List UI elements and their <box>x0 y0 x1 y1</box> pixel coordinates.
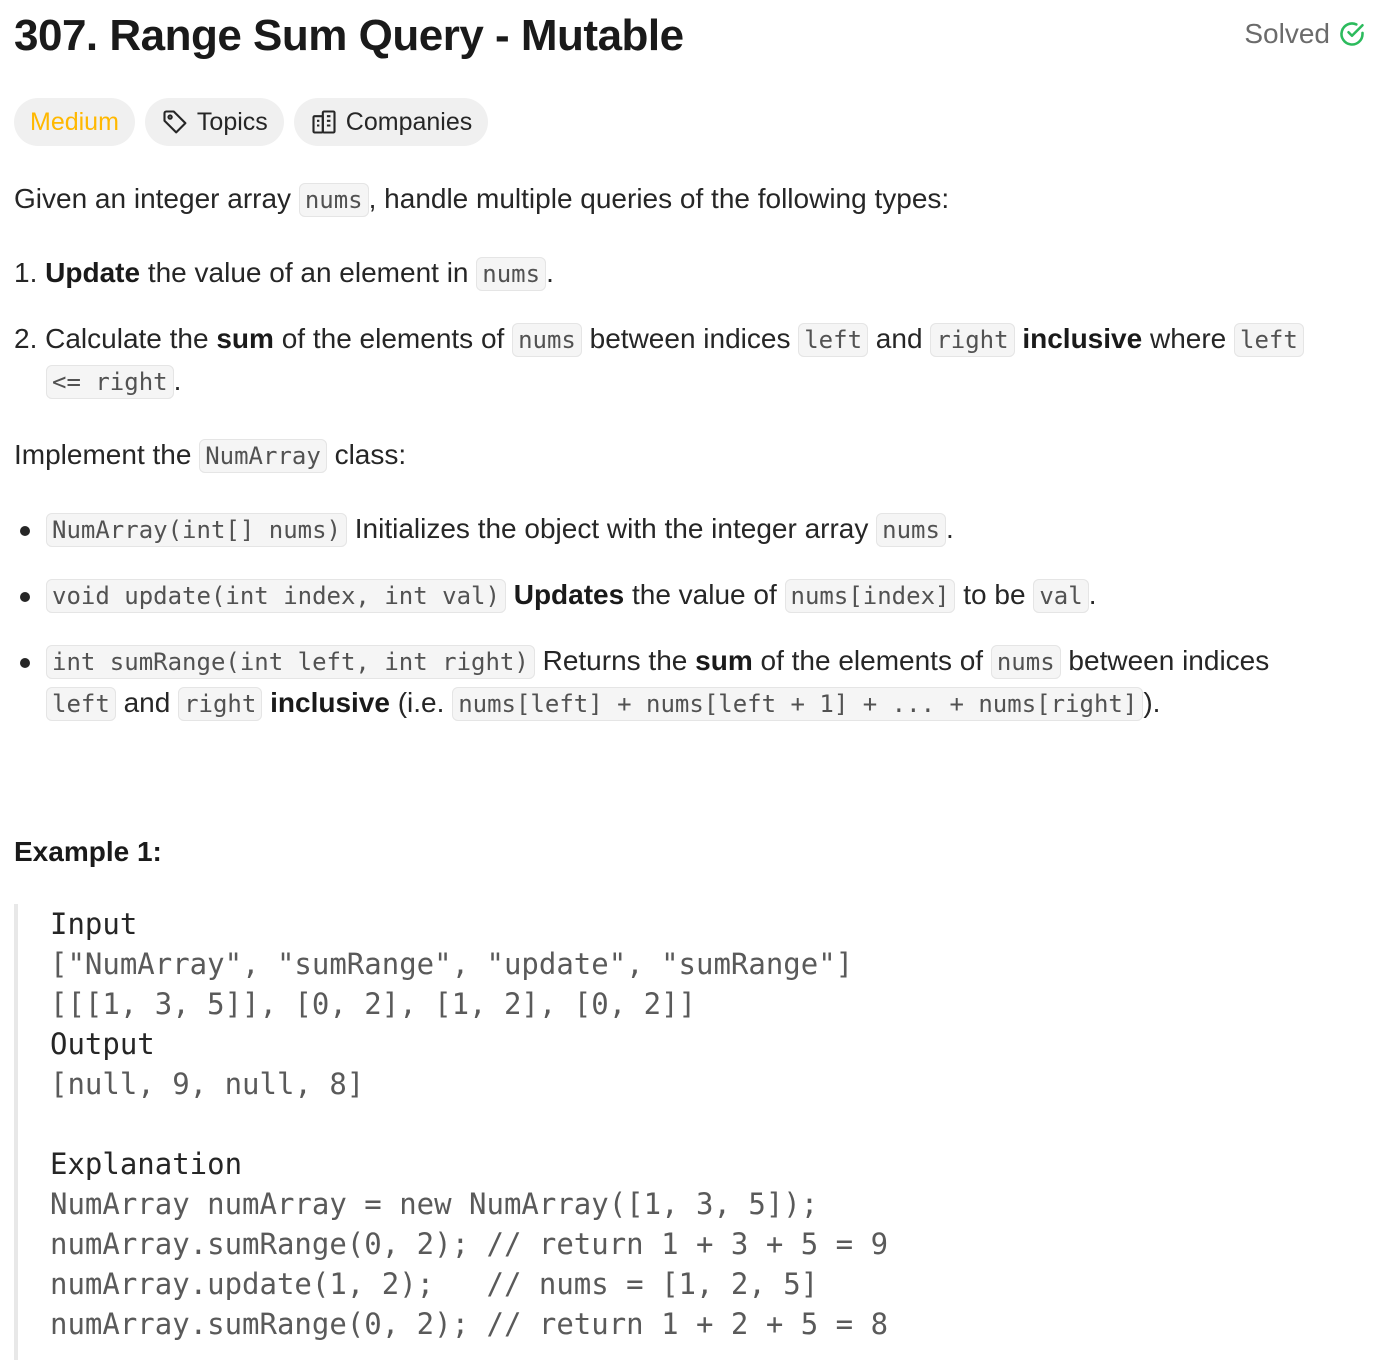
inline-code: left <box>1234 323 1304 357</box>
tag-icon <box>163 110 187 134</box>
problem-title: 307. Range Sum Query - Mutable <box>14 11 684 60</box>
inline-code: nums[index] <box>784 579 956 613</box>
building-icon <box>312 110 336 134</box>
example-explanation-line: NumArray numArray = new NumArray([1, 3, … <box>50 1187 819 1221</box>
method-sumrange: int sumRange(int left, int right) Return… <box>46 640 1269 683</box>
problem-tags: Medium Topics Companies <box>14 98 489 146</box>
companies-label: Companies <box>345 107 473 136</box>
inline-code: val <box>1033 579 1089 613</box>
inline-code: nums <box>876 513 946 547</box>
inline-code: int sumRange(int left, int right) <box>46 645 535 679</box>
solved-label: Solved <box>1244 18 1330 49</box>
difficulty-badge[interactable]: Medium <box>14 98 135 146</box>
inline-code: left <box>46 687 116 721</box>
inline-code: nums <box>298 183 369 217</box>
method-constructor: NumArray(int[] nums) Initializes the obj… <box>46 508 954 551</box>
inline-code: NumArray <box>199 439 327 473</box>
method-sumrange-cont: left and right inclusive (i.e. nums[left… <box>46 682 1160 725</box>
bullet-dot <box>20 526 30 536</box>
example-output-value: [null, 9, null, 8] <box>50 1067 365 1101</box>
inline-code: right <box>178 687 263 721</box>
implement-text: Implement the NumArray class: <box>14 434 406 477</box>
example-block-border <box>14 904 18 1360</box>
inline-code: NumArray(int[] nums) <box>46 513 347 547</box>
example-output-label: Output <box>50 1027 155 1061</box>
companies-button[interactable]: Companies <box>293 98 489 146</box>
example-input-methods: ["NumArray", "sumRange", "update", "sumR… <box>50 947 854 981</box>
example-explanation-line: numArray.update(1, 2); // nums = [1, 2, … <box>50 1267 819 1301</box>
inline-code: right <box>930 323 1015 357</box>
bullet-dot <box>20 658 30 668</box>
example-explanation-label: Explanation <box>50 1147 243 1181</box>
method-update: void update(int index, int val) Updates … <box>46 574 1096 617</box>
example-explanation-line: numArray.sumRange(0, 2); // return 1 + 2… <box>50 1307 889 1341</box>
example-title: Example 1: <box>14 836 162 867</box>
topics-label: Topics <box>196 107 268 136</box>
query-item-sum-cont: <= right. <box>46 360 181 403</box>
inline-code: <= right <box>46 365 174 399</box>
topics-button[interactable]: Topics <box>144 98 284 146</box>
solved-status: Solved <box>1244 16 1366 52</box>
example-input-args: [[[1, 3, 5]], [0, 2], [1, 2], [0, 2]] <box>50 987 697 1021</box>
query-item-update: 1. Update the value of an element in num… <box>14 252 554 295</box>
inline-code: nums <box>512 323 582 357</box>
inline-code: nums <box>990 645 1061 679</box>
query-item-sum: 2. Calculate the sum of the elements of … <box>14 318 1304 361</box>
difficulty-label: Medium <box>30 107 119 136</box>
example-explanation-line: numArray.sumRange(0, 2); // return 1 + 3… <box>50 1227 889 1261</box>
inline-code: nums <box>476 257 547 291</box>
bullet-dot <box>20 592 30 602</box>
inline-code: left <box>798 323 869 357</box>
intro-text: Given an integer array nums, handle mult… <box>14 178 949 221</box>
inline-code: void update(int index, int val) <box>46 579 506 613</box>
example-input-label: Input <box>50 907 138 941</box>
inline-code: nums[left] + nums[left + 1] + ... + nums… <box>452 687 1144 721</box>
check-circle-icon <box>1340 22 1364 46</box>
